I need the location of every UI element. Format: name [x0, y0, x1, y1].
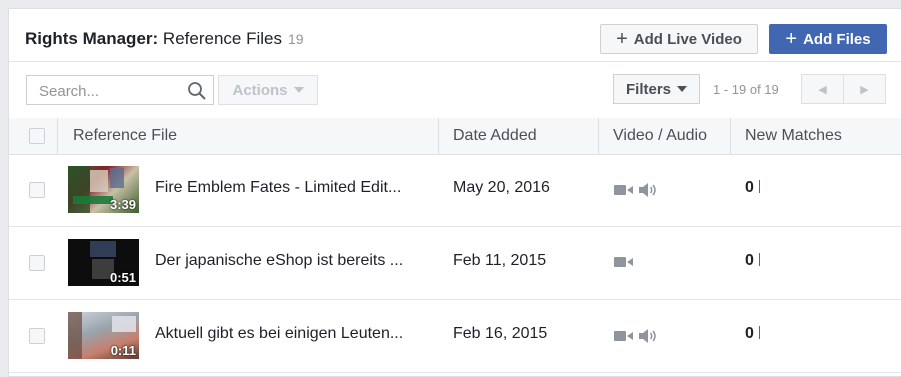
video-thumbnail[interactable]: 3:39: [68, 166, 139, 213]
video-duration: 3:39: [109, 197, 136, 212]
matches-bar: [758, 326, 760, 339]
speaker-icon: [639, 329, 656, 343]
column-header-video-audio[interactable]: Video / Audio: [613, 118, 707, 154]
column-divider: [57, 118, 58, 154]
pagination-range: 1 - 19 of 19: [713, 82, 779, 97]
table-row[interactable]: 3:39 Fire Emblem Fates - Limited Edit...…: [9, 154, 901, 227]
title-section: Rights Manager:: [25, 29, 159, 48]
page-header: Rights Manager: Reference Files 19 + Add …: [9, 9, 901, 62]
media-type: [614, 182, 658, 198]
video-camera-icon: [614, 185, 633, 195]
table-row[interactable]: 0:51 Der japanische eShop ist bereits ..…: [9, 227, 901, 300]
pagination-controls: ◀ ▶: [801, 74, 886, 104]
file-count: 19: [287, 31, 304, 47]
reference-file-title[interactable]: Fire Emblem Fates - Limited Edit...: [155, 179, 401, 197]
column-divider: [598, 118, 599, 154]
add-files-button[interactable]: + Add Files: [769, 24, 887, 54]
video-camera-icon: [614, 257, 633, 267]
table-header: Reference File Date Added Video / Audio …: [9, 118, 901, 155]
video-thumbnail[interactable]: 0:51: [68, 239, 139, 286]
search-input[interactable]: [37, 77, 191, 105]
matches-value: 0: [745, 325, 754, 342]
video-camera-icon: [614, 331, 633, 341]
media-type: [614, 328, 658, 344]
add-files-label: Add Files: [803, 30, 871, 48]
video-duration: 0:11: [110, 343, 136, 358]
column-divider: [438, 118, 439, 154]
select-all-checkbox[interactable]: [29, 128, 45, 144]
column-header-new-matches[interactable]: New Matches: [745, 118, 842, 154]
search-box: [26, 75, 214, 105]
next-page-icon[interactable]: ▶: [844, 75, 885, 103]
reference-file-title[interactable]: Aktuell gibt es bei einigen Leuten...: [155, 325, 403, 343]
row-checkbox[interactable]: [29, 182, 45, 198]
table-row[interactable]: 0:11 Aktuell gibt es bei einigen Leuten.…: [9, 300, 901, 373]
toolbar: Actions Filters 1 - 19 of 19 ◀ ▶: [9, 61, 901, 119]
actions-label: Actions: [232, 81, 288, 99]
date-added: Feb 16, 2015: [453, 325, 548, 342]
row-checkbox[interactable]: [29, 255, 45, 271]
chevron-down-icon: [293, 87, 304, 93]
date-added: May 20, 2016: [453, 179, 550, 196]
page-title: Rights Manager: Reference Files 19: [25, 29, 304, 49]
title-page: Reference Files: [162, 29, 282, 48]
video-duration: 0:51: [109, 270, 136, 285]
matches-value: 0: [745, 252, 754, 269]
new-matches-count[interactable]: 0: [745, 252, 760, 270]
filters-dropdown[interactable]: Filters: [613, 74, 700, 104]
actions-dropdown[interactable]: Actions: [218, 75, 318, 105]
column-header-date-added[interactable]: Date Added: [453, 118, 537, 154]
add-live-video-label: Add Live Video: [633, 30, 742, 48]
matches-bar: [758, 253, 760, 266]
filters-label: Filters: [625, 80, 671, 98]
matches-value: 0: [745, 179, 754, 196]
video-thumbnail[interactable]: 0:11: [68, 312, 139, 359]
date-added: Feb 11, 2015: [453, 252, 547, 269]
search-icon[interactable]: [187, 81, 207, 101]
column-header-reference-file[interactable]: Reference File: [73, 118, 177, 154]
prev-page-icon[interactable]: ◀: [802, 75, 844, 103]
speaker-icon: [639, 183, 656, 197]
matches-bar: [758, 180, 760, 193]
row-checkbox[interactable]: [29, 328, 45, 344]
media-type: [614, 255, 634, 269]
rights-manager-panel: Rights Manager: Reference Files 19 + Add …: [8, 8, 901, 377]
add-live-video-button[interactable]: + Add Live Video: [600, 24, 758, 54]
reference-file-title[interactable]: Der japanische eShop ist bereits ...: [155, 252, 403, 270]
plus-icon: +: [616, 28, 628, 50]
new-matches-count[interactable]: 0: [745, 179, 760, 197]
column-divider: [730, 118, 731, 154]
chevron-down-icon: [677, 86, 687, 92]
plus-icon: +: [785, 28, 798, 50]
new-matches-count[interactable]: 0: [745, 325, 760, 343]
